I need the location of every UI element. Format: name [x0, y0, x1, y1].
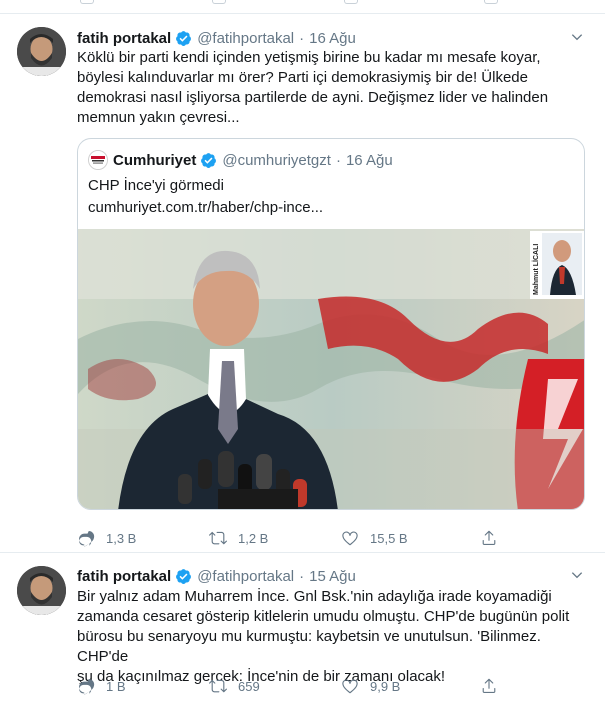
share-icon [482, 530, 496, 545]
tweet-text-line: demokrasi nasıl işliyorsa partilerde de … [77, 89, 549, 106]
reply-button[interactable]: 1,3 B [77, 528, 136, 548]
avatar[interactable] [17, 27, 66, 76]
like-icon-partial [344, 0, 358, 4]
tweet-header: fatih portakal @fatihportakal · 15 Ağu [77, 566, 356, 586]
quoted-author-name: Cumhuriyet [113, 151, 197, 169]
quoted-tweet-photo[interactable]: Mahmut LİCALI [78, 229, 585, 510]
tweet[interactable]: fatih portakal @fatihportakal · 15 Ağu B… [0, 554, 605, 713]
share-button[interactable] [480, 528, 509, 548]
author-handle[interactable]: @fatihportakal [197, 568, 294, 585]
author-name[interactable]: fatih portakal [77, 30, 171, 47]
retweet-count: 1,2 B [238, 530, 269, 546]
avatar[interactable] [17, 566, 66, 615]
like-count: 9,9 B [370, 678, 401, 694]
quoted-tweet-title: CHP İnce'yi görmedi [88, 177, 224, 194]
tweet-text: Bir yalnız adam Muharrem İnce. Gnl Bsk.'… [77, 587, 589, 687]
tweet-date[interactable]: 15 Ağu [309, 568, 356, 585]
tweet-text-line: Köklü bir parti kendi içinden yetişmiş b… [77, 49, 541, 66]
quoted-author-handle: @cumhuriyetgzt [222, 151, 331, 169]
tweet-text-line: böylesi kalınduvarlar mı örer? Parti içi… [77, 69, 528, 86]
retweet-button[interactable]: 659 [209, 676, 260, 696]
share-icon-partial [484, 0, 498, 4]
previous-tweet-actions-partial [0, 0, 605, 14]
tweet-text-line: memnun yakın çevresi... [77, 109, 240, 126]
verified-badge-icon [201, 152, 217, 168]
tweet-text-line: Bir yalnız adam Muharrem İnce. Gnl Bsk.'… [77, 588, 552, 605]
retweet-icon [209, 679, 227, 693]
like-icon [342, 531, 358, 546]
quoted-tweet-date: 16 Ağu [345, 151, 393, 169]
tweet[interactable]: fatih portakal @fatihportakal · 16 Ağu K… [0, 15, 605, 553]
tweet-text-line: bürosu bu senaryoyu mu kurmuştu: kaybets… [77, 628, 541, 665]
quoted-tweet-text: CHP İnce'yi görmedi cumhuriyet.com.tr/ha… [88, 175, 568, 219]
tweet-header: fatih portakal @fatihportakal · 16 Ağu [77, 28, 356, 48]
tweet-actions: 1,3 B 1,2 B 15,5 B [77, 528, 517, 548]
quoted-tweet-link[interactable]: cumhuriyet.com.tr/haber/chp-ince... [88, 197, 568, 219]
quoted-tweet-card[interactable]: Cumhuriyet @cumhuriyetgzt · 16 Ağu CHP İ… [77, 138, 585, 510]
tweet-text-line: zamanda cesaret gösterip kitlelerin umud… [77, 608, 570, 625]
separator-dot: · [335, 151, 341, 169]
like-button[interactable]: 9,9 B [341, 676, 400, 696]
author-handle[interactable]: @fatihportakal [197, 30, 294, 47]
reply-icon-partial [80, 0, 94, 4]
tweet-date[interactable]: 16 Ağu [309, 30, 356, 47]
separator-dot: · [299, 29, 305, 47]
retweet-button[interactable]: 1,2 B [209, 528, 268, 548]
chevron-down-icon[interactable] [569, 567, 585, 583]
share-icon [482, 678, 496, 693]
author-name[interactable]: fatih portakal [77, 568, 171, 585]
tweet-actions: 1 B 659 9,9 B [77, 676, 517, 696]
retweet-icon-partial [212, 0, 226, 4]
quoted-tweet-header: Cumhuriyet @cumhuriyetgzt · 16 Ağu [88, 150, 393, 170]
verified-badge-icon [176, 568, 192, 584]
reply-icon [79, 530, 95, 547]
like-count: 15,5 B [370, 530, 408, 546]
verified-badge-icon [176, 30, 192, 46]
separator-dot: · [299, 567, 305, 585]
tweet-text: Köklü bir parti kendi içinden yetişmiş b… [77, 48, 589, 128]
like-button[interactable]: 15,5 B [341, 528, 408, 548]
retweet-icon [209, 531, 227, 545]
reply-count: 1,3 B [106, 530, 137, 546]
retweet-count: 659 [238, 678, 260, 694]
like-icon [342, 679, 358, 694]
quoted-avatar [88, 150, 108, 170]
image-overlay-caption: Mahmut LİCALI [532, 244, 540, 295]
chevron-down-icon[interactable] [569, 29, 585, 45]
reply-icon [79, 678, 95, 695]
share-button[interactable] [480, 676, 509, 696]
reply-button[interactable]: 1 B [77, 676, 126, 696]
reply-count: 1 B [106, 678, 126, 694]
